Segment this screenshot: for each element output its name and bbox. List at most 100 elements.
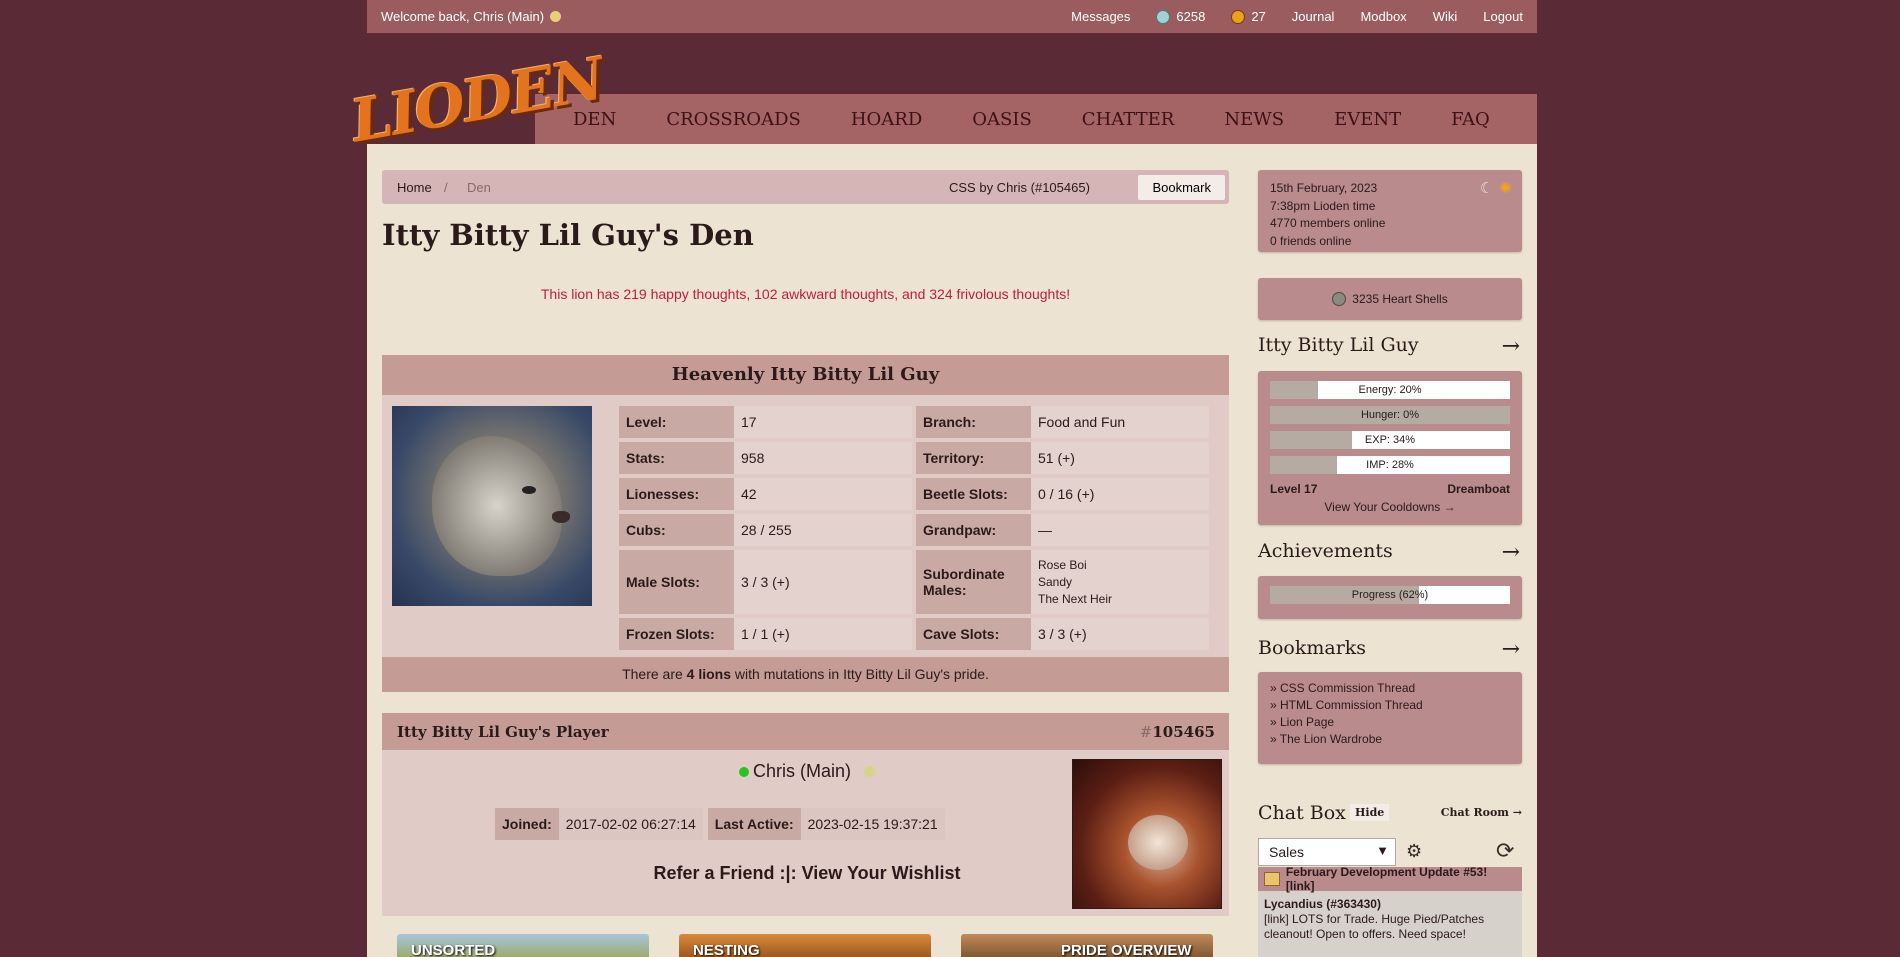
css-credit[interactable]: CSS by Chris (#105465) (949, 180, 1090, 195)
nav-chatter[interactable]: CHATTER (1082, 109, 1175, 130)
lion-status-box: Energy: 20% Hunger: 0% EXP: 34% IMP: 28%… (1258, 371, 1522, 525)
bookmarks-title[interactable]: Bookmarks (1258, 637, 1366, 659)
nav-crossroads[interactable]: CROSSROADS (666, 109, 801, 130)
tile-unsorted-label: UNSORTED (411, 942, 496, 957)
achievement-progress-bar: Progress (62%) (1270, 586, 1510, 604)
player-avatar[interactable] (1072, 759, 1222, 909)
stat-cave-value[interactable]: 3 / 3 (+) (1031, 618, 1209, 650)
main-content: Home / Den CSS by Chris (#105465) Bookma… (367, 144, 1537, 957)
logout-link[interactable]: Logout (1483, 9, 1523, 24)
gear-icon[interactable]: ⚙ (1406, 841, 1422, 862)
stat-male-value[interactable]: 3 / 3 (+) (734, 550, 912, 614)
chat-announcement[interactable]: February Development Update #53! [link] (1258, 867, 1522, 893)
exp-bar: EXP: 34% (1270, 431, 1510, 449)
sub-male-link[interactable]: Rose Boi (1038, 557, 1087, 574)
beetles-counter[interactable]: 27 (1231, 9, 1266, 24)
energy-bar-label: Energy: 20% (1358, 384, 1422, 396)
main-nav: DEN CROSSROADS HOARD OASIS CHATTER NEWS … (535, 94, 1537, 144)
achievements-box: Progress (62%) (1258, 576, 1522, 619)
mutation-count-link[interactable]: 4 lions (687, 666, 731, 682)
bookmark-link[interactable]: » The Lion Wardrobe (1270, 731, 1510, 748)
stat-cubs-label: Cubs: (619, 514, 734, 546)
stat-male-label: Male Slots: (619, 550, 734, 614)
lion-image[interactable] (392, 406, 592, 606)
sub-male-link[interactable]: The Next Heir (1038, 591, 1112, 608)
leaf-icon (864, 766, 876, 777)
stat-branch: Branch: Food and Fun (916, 406, 1209, 438)
sidebar-level: Level 17 (1270, 482, 1318, 496)
chat-room-link[interactable]: Chat Room → (1441, 806, 1522, 819)
chat-channel-select[interactable]: Sales ▼ (1258, 838, 1396, 866)
chat-message-text: [link] LOTS for Trade. Huge Pied/Patches… (1264, 912, 1485, 941)
bookmark-button[interactable]: Bookmark (1138, 175, 1225, 200)
last-active-value: 2023-02-15 19:37:21 (807, 816, 938, 832)
nav-faq[interactable]: FAQ (1451, 109, 1490, 130)
stat-cave-label: Cave Slots: (916, 618, 1031, 650)
lion-head-shape (432, 436, 562, 576)
bookmark-link[interactable]: » CSS Commission Thread (1270, 680, 1510, 697)
joined-value: 2017-02-02 06:27:14 (565, 816, 696, 832)
top-bar: Welcome back, Chris (Main) Messages 6258… (367, 0, 1537, 33)
chat-title: Chat Box (1258, 802, 1346, 824)
sidebar-lion-name[interactable]: Itty Bitty Lil Guy (1258, 334, 1419, 356)
bookmarks-arrow-icon[interactable]: → (1502, 637, 1520, 662)
tile-pride-overview[interactable]: PRIDE OVERVIEW (961, 934, 1213, 957)
gem-icon (1156, 9, 1171, 24)
lion-eye (522, 486, 536, 494)
achievement-progress-label: Progress (62%) (1351, 589, 1429, 601)
gems-counter[interactable]: 6258 (1156, 9, 1205, 24)
stat-cubs-value: 28 / 255 (734, 514, 912, 546)
wiki-link[interactable]: Wiki (1433, 9, 1458, 24)
note-icon (1264, 872, 1280, 886)
hunger-bar-label: Hunger: 0% (1360, 409, 1420, 421)
tile-unsorted[interactable]: UNSORTED (397, 934, 649, 957)
modbox-link[interactable]: Modbox (1360, 9, 1406, 24)
lion-name-heading: Itty Bitty Lil Guy → (1258, 334, 1522, 359)
gems-count: 6258 (1176, 9, 1206, 24)
chat-hide-button[interactable]: Hide (1350, 804, 1390, 821)
last-active-label: Last Active: (707, 808, 801, 840)
beetle-icon (1231, 9, 1246, 24)
player-name[interactable]: Chris (Main) (753, 761, 851, 781)
messages-link[interactable]: Messages (1071, 9, 1130, 24)
nav-oasis[interactable]: OASIS (972, 109, 1032, 130)
nav-event[interactable]: EVENT (1334, 109, 1401, 130)
chevron-down-icon: ▼ (1376, 843, 1389, 858)
cooldowns-link[interactable]: View Your Cooldowns → (1270, 500, 1510, 514)
sub-male-link[interactable]: Sandy (1038, 574, 1072, 591)
stat-territory-value[interactable]: 51 (+) (1031, 442, 1209, 474)
chat-username[interactable]: Lycandius (#363430) (1264, 897, 1381, 911)
mutation-text-post: with mutations in Itty Bitty Lil Guy's p… (731, 666, 989, 682)
stat-beetle-slots: Beetle Slots: 0 / 16 (+) (916, 478, 1209, 510)
friends-online[interactable]: 0 friends online (1270, 233, 1510, 251)
refresh-icon[interactable]: ⟳ (1496, 838, 1514, 864)
stat-branch-value[interactable]: Food and Fun (1031, 406, 1209, 438)
stat-lionesses: Lionesses: 42 (619, 478, 912, 510)
tile-nesting-label: NESTING (693, 942, 760, 957)
stat-stats-value: 958 (734, 442, 912, 474)
imp-bar-label: IMP: 28% (1366, 459, 1414, 471)
stat-branch-label: Branch: (916, 406, 1031, 438)
achievements-arrow-icon[interactable]: → (1502, 540, 1520, 565)
lioden-logo[interactable]: LIODEN (342, 44, 608, 172)
stat-beetle-value[interactable]: 0 / 16 (+) (1031, 478, 1209, 510)
player-dates: Joined: 2017-02-02 06:27:14 Last Active: 2… (495, 808, 945, 840)
stat-territory: Territory: 51 (+) (916, 442, 1209, 474)
tile-nesting[interactable]: NESTING (679, 934, 931, 957)
achievements-title[interactable]: Achievements (1258, 540, 1393, 562)
bookmark-link[interactable]: » Lion Page (1270, 714, 1510, 731)
lion-nose (552, 511, 570, 523)
lion-arrow-icon[interactable]: → (1502, 334, 1520, 359)
stat-male-slots: Male Slots: 3 / 3 (+) (619, 550, 912, 614)
nav-hoard[interactable]: HOARD (851, 109, 922, 130)
heart-shell-icon (1332, 292, 1347, 306)
members-online[interactable]: 4770 members online (1270, 215, 1510, 233)
time-icons: ☾ ✺ (1480, 180, 1512, 198)
moon-icon: ☾ (1479, 180, 1494, 197)
journal-link[interactable]: Journal (1292, 9, 1335, 24)
bookmark-link[interactable]: » HTML Commission Thread (1270, 697, 1510, 714)
stat-frozen-value[interactable]: 1 / 1 (+) (734, 618, 912, 650)
player-header: Itty Bitty Lil Guy's Player #105465 (382, 713, 1229, 750)
nav-news[interactable]: NEWS (1224, 109, 1284, 130)
breadcrumb-home[interactable]: Home (397, 180, 432, 195)
